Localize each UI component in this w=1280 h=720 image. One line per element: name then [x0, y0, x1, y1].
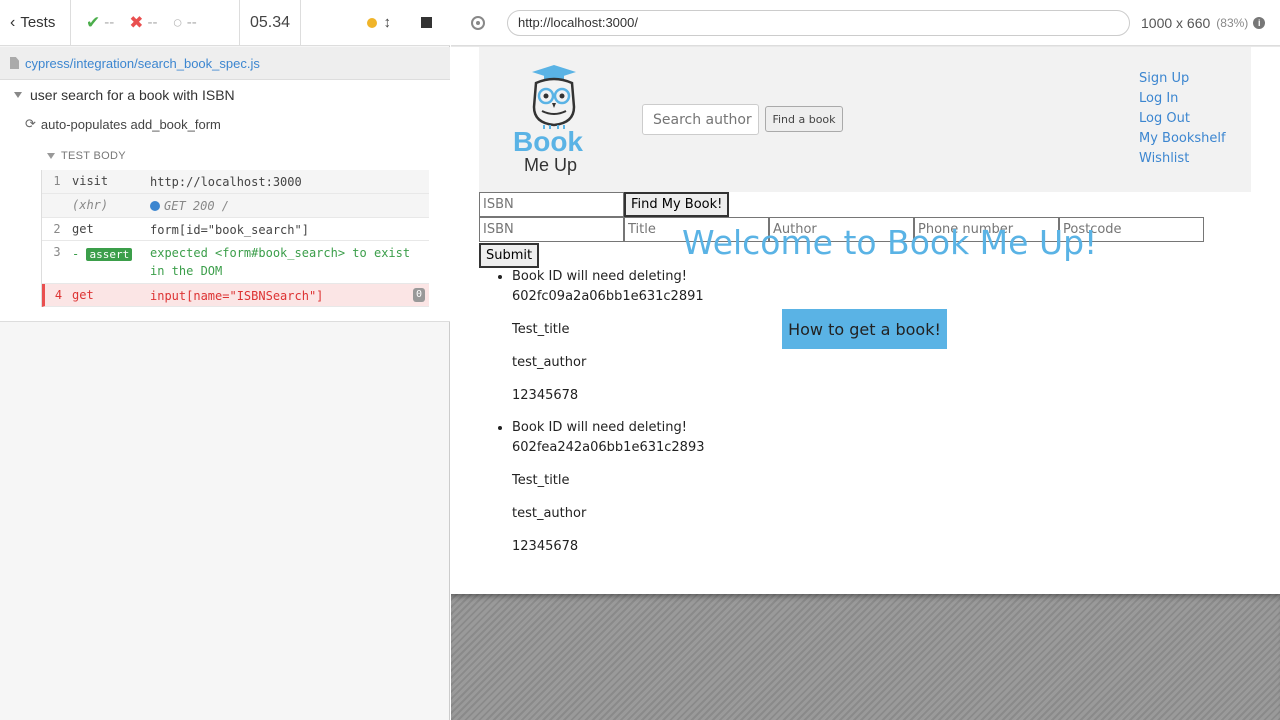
passed-count: -- — [104, 14, 115, 31]
book-title: Test_title — [512, 322, 570, 337]
runnable-area: user search for a book with ISBN ⟳ auto-… — [0, 80, 450, 322]
command-message: form[id="book_search"] — [150, 223, 309, 237]
command-number: 4 — [54, 288, 63, 302]
viewport-size: 1000 x 660 — [1141, 14, 1211, 31]
aut-header: http://localhost:3000/ 1000 x 660 (83%) … — [451, 0, 1280, 46]
chevron-left-icon: ‹ — [10, 13, 16, 31]
stop-icon[interactable] — [421, 17, 432, 28]
list-item: Book ID will need deleting! 602fc09a2a06… — [512, 267, 754, 406]
log-in-link[interactable]: Log In — [1139, 89, 1226, 109]
command-row-failed[interactable]: 4 get input[name="ISBNSearch"] 0 — [42, 284, 429, 307]
tests-back-button[interactable]: ‹ Tests — [0, 0, 71, 46]
my-bookshelf-link[interactable]: My Bookshelf — [1139, 129, 1226, 149]
tests-label: Tests — [20, 14, 56, 31]
caret-down-icon — [14, 92, 22, 98]
submit-button[interactable]: Submit — [479, 243, 540, 268]
pending-stat: ○ -- — [173, 13, 197, 33]
element-count-badge: 0 — [412, 288, 425, 302]
app-under-test-panel: http://localhost:3000/ 1000 x 660 (83%) … — [451, 0, 1280, 720]
book-note: Book ID will need deleting! — [512, 269, 687, 284]
command-name: visit — [72, 174, 109, 188]
test-title[interactable]: ⟳ auto-populates add_book_form — [25, 116, 221, 132]
test-title-text: auto-populates add_book_form — [40, 116, 221, 132]
reporter-header: ‹ Tests ✔ -- ✖ -- ○ -- 05.34 ↕ — [0, 0, 450, 46]
log-out-link[interactable]: Log Out — [1139, 109, 1226, 129]
x-icon: ✖ — [129, 12, 144, 32]
test-body-header[interactable]: TEST BODY — [47, 150, 126, 162]
test-body-label: TEST BODY — [61, 150, 126, 162]
command-name-wrap: - assert — [72, 241, 150, 283]
book-list: Book ID will need deleting! 602fc09a2a06… — [494, 267, 754, 569]
pending-count: -- — [186, 14, 197, 31]
command-log: 1 visit http://localhost:3000 (xhr) GET … — [41, 170, 429, 307]
isbn-search-input[interactable] — [479, 192, 624, 217]
suite-title-text: user search for a book with ISBN — [30, 87, 235, 103]
xhr-status-dot-icon — [150, 200, 160, 211]
welcome-heading: Welcome to Book Me Up! — [682, 223, 1098, 262]
command-message: input[name="ISBNSearch"] — [150, 289, 324, 303]
logo-word-book: Book — [513, 126, 583, 157]
failed-count: -- — [147, 14, 158, 31]
suite-title[interactable]: user search for a book with ISBN — [14, 87, 235, 103]
command-number: 3 — [53, 245, 61, 259]
viewport-backdrop — [451, 594, 1280, 720]
book-title: Test_title — [512, 473, 570, 488]
aut-iframe: Book Me Up Find a book Sign Up Log In Lo… — [451, 47, 1280, 594]
duration-timer: 05.34 — [240, 0, 301, 46]
command-row[interactable]: 2 get form[id="book_search"] — [42, 218, 429, 241]
isbn-field[interactable] — [479, 217, 624, 242]
wishlist-link[interactable]: Wishlist — [1139, 149, 1226, 169]
refresh-icon: ⟳ — [25, 116, 36, 131]
command-row[interactable]: 1 visit http://localhost:3000 — [42, 170, 429, 194]
run-controls: ↕ — [301, 0, 450, 46]
find-a-book-button[interactable]: Find a book — [765, 106, 843, 132]
command-number: 1 — [53, 174, 61, 188]
book-id: 602fea242a06bb1e631c2893 — [512, 440, 705, 455]
caret-down-icon — [47, 153, 55, 159]
assert-badge: assert — [86, 248, 133, 261]
command-name: get — [72, 288, 94, 302]
command-message: http://localhost:3000 — [150, 175, 302, 189]
how-to-get-a-book-button[interactable]: How to get a book! — [782, 309, 947, 349]
circle-notch-icon: ○ — [172, 12, 183, 32]
passed-stat: ✔ -- — [86, 13, 114, 33]
command-message: GET 200 / — [164, 198, 230, 213]
viewport-scale: (83%) — [1216, 15, 1249, 30]
selector-playground-icon[interactable] — [471, 15, 485, 30]
sign-up-link[interactable]: Sign Up — [1139, 69, 1226, 89]
spec-file-bar: cypress/integration/search_book_spec.js — [0, 47, 450, 80]
app-navbar: Book Me Up Find a book Sign Up Log In Lo… — [479, 47, 1251, 192]
book-author: test_author — [512, 355, 587, 370]
failed-stat: ✖ -- — [129, 13, 157, 33]
book-note: Book ID will need deleting! — [512, 420, 687, 435]
command-message-wrap: GET 200 / — [150, 194, 429, 217]
command-name: get — [72, 222, 94, 236]
auto-scroll-icon[interactable]: ↕ — [384, 14, 392, 31]
reporter-panel: ‹ Tests ✔ -- ✖ -- ○ -- 05.34 ↕ cypress/i… — [0, 0, 450, 720]
book-isbn: 12345678 — [512, 539, 579, 554]
running-indicator — [366, 17, 377, 28]
info-icon[interactable]: i — [1253, 16, 1266, 29]
check-icon: ✔ — [86, 12, 101, 32]
book-id: 602fc09a2a06bb1e631c2891 — [512, 289, 704, 304]
spec-file-link[interactable]: cypress/integration/search_book_spec.js — [25, 56, 260, 71]
command-name: - — [72, 247, 80, 261]
command-row[interactable]: (xhr) GET 200 / — [42, 194, 429, 218]
stats: ✔ -- ✖ -- ○ -- — [71, 0, 240, 46]
url-bar[interactable]: http://localhost:3000/ — [507, 9, 1130, 36]
find-my-book-button[interactable]: Find My Book! — [624, 192, 730, 217]
command-row[interactable]: 3 - assert expected <form#book_search> t… — [42, 241, 429, 284]
logo-word-me-up: Me Up — [524, 155, 578, 175]
list-item: Book ID will need deleting! 602fea242a06… — [512, 418, 754, 557]
nav-links: Sign Up Log In Log Out My Bookshelf Wish… — [1139, 69, 1226, 169]
command-number: 2 — [53, 222, 61, 236]
book-author: test_author — [512, 506, 587, 521]
file-icon — [10, 57, 19, 69]
author-search-input[interactable] — [642, 104, 759, 135]
book-isbn: 12345678 — [512, 388, 579, 403]
command-name: (xhr) — [72, 198, 109, 212]
command-number — [42, 194, 72, 217]
isbn-search-form: Find My Book! — [479, 192, 730, 217]
command-message: expected <form#book_search> to exist in … — [150, 246, 411, 278]
